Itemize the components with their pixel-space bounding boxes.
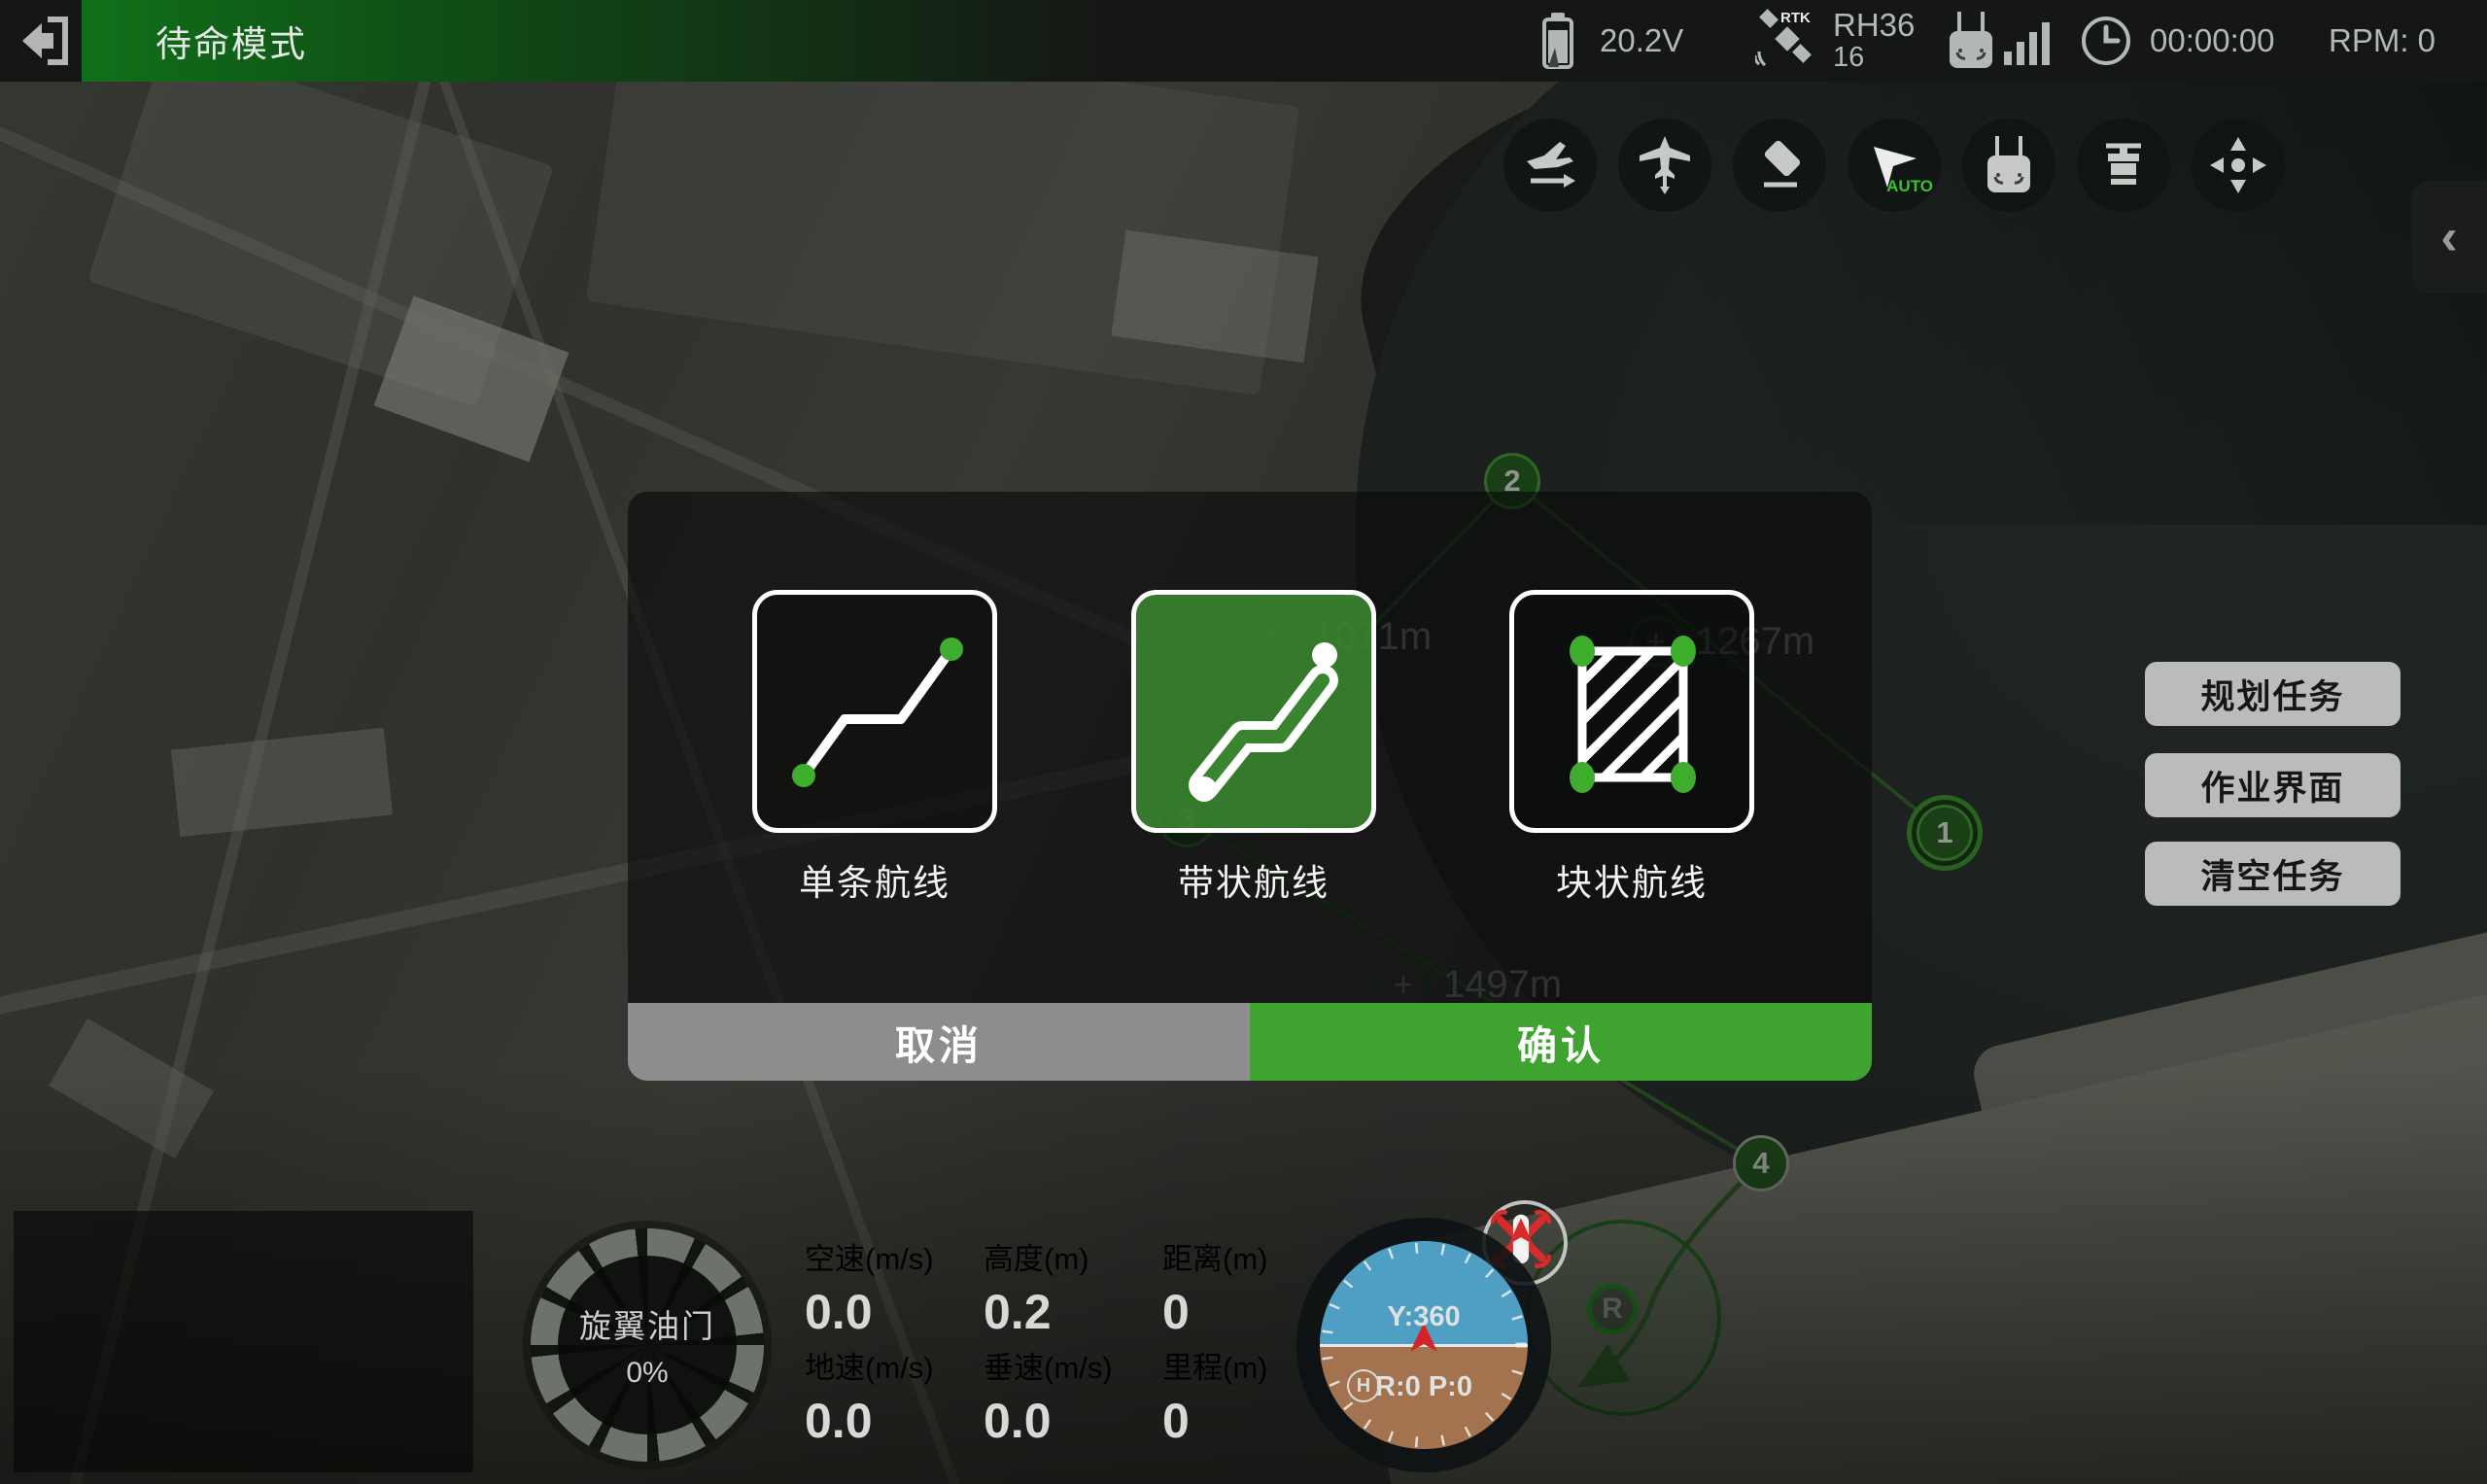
eraser-button[interactable] <box>1733 119 1826 212</box>
rtk-satellite-icon: RTK <box>1755 0 1817 82</box>
distance-value: 0 <box>1162 1284 1267 1340</box>
climbrate-value: 0.0 <box>984 1393 1113 1449</box>
exit-arrow-icon <box>18 16 73 66</box>
throttle-label: 旋翼油门 <box>579 1300 715 1347</box>
option-label-block: 块状航线 <box>1509 853 1754 906</box>
dpad-button[interactable] <box>2192 119 2285 212</box>
attitude-ticks <box>1320 1241 1528 1449</box>
battery-icon <box>1539 0 1576 82</box>
airspeed-label: 空速(m/s) <box>805 1234 934 1278</box>
plane-landing-button[interactable] <box>1618 119 1711 212</box>
flight-mode-title: 待命模式 <box>155 0 307 82</box>
mileage-value: 0 <box>1162 1393 1267 1449</box>
side-panel-toggle[interactable]: ‹ <box>2411 181 2487 293</box>
groundspeed-field: 地速(m/s) 0.0 <box>805 1343 934 1449</box>
clock-icon <box>2080 0 2132 82</box>
roll-pitch-readout: R:0 P:0 <box>1296 1371 1551 1403</box>
remote-controller-icon <box>1982 134 2036 196</box>
spray-pump-icon <box>2094 136 2153 194</box>
chevron-left-icon: ‹ <box>2440 208 2457 266</box>
option-single-route[interactable] <box>752 590 997 833</box>
airspeed-value: 0.0 <box>805 1284 934 1340</box>
top-right-gradient <box>1224 58 2487 525</box>
remote-controller-icon <box>1944 0 1998 82</box>
airspeed-field: 空速(m/s) 0.0 <box>805 1234 934 1340</box>
mileage-label: 里程(m) <box>1162 1343 1267 1387</box>
signal-bars-icon <box>2002 0 2055 82</box>
throttle-value: 0% <box>626 1357 668 1390</box>
rpm-readout: RPM: 0 <box>2329 0 2435 82</box>
plane-exit-button[interactable] <box>1503 119 1597 212</box>
distance-field: 距离(m) 0 <box>1162 1234 1267 1340</box>
option-label-band: 带状航线 <box>1131 853 1376 906</box>
option-block-route[interactable] <box>1509 590 1754 833</box>
route-type-dialog: 单条航线 带状航线 块状航线 取消 确认 <box>628 492 1872 1081</box>
altitude-value: 0.2 <box>984 1284 1088 1340</box>
app-screen: R 1 2 3 4 + 1071m + 1267m + 1497m <box>0 0 2487 1484</box>
rtk-sat-count: 16 <box>1833 43 1864 72</box>
attitude-indicator: Y:360 R:0 P:0 H <box>1296 1218 1551 1472</box>
eraser-icon <box>1750 136 1809 194</box>
flight-timer: 00:00:00 <box>2150 0 2274 82</box>
rtk-station-name: RH36 <box>1833 9 1915 43</box>
home-heading-icon: H <box>1347 1369 1380 1402</box>
groundspeed-label: 地速(m/s) <box>805 1343 934 1387</box>
operation-view-button[interactable]: 作业界面 <box>2145 753 2401 817</box>
yaw-readout: Y:360 <box>1296 1301 1551 1333</box>
svg-text:RTK: RTK <box>1780 10 1811 26</box>
cancel-button[interactable]: 取消 <box>628 1003 1250 1081</box>
confirm-button[interactable]: 确认 <box>1250 1003 1872 1081</box>
altitude-field: 高度(m) 0.2 <box>984 1234 1088 1340</box>
dpad-icon <box>2208 135 2268 195</box>
auto-label: AUTO <box>1886 177 1933 196</box>
camera-feed-box[interactable] <box>14 1211 473 1472</box>
option-label-single: 单条航线 <box>752 853 997 906</box>
plane-exit-icon <box>1521 136 1579 194</box>
plane-landing-icon <box>1636 136 1694 194</box>
clear-mission-button[interactable]: 清空任务 <box>2145 842 2401 906</box>
rtk-status: RH36 16 <box>1833 0 1915 82</box>
auto-mode-button[interactable]: AUTO <box>1848 119 1941 212</box>
band-route-icon <box>1136 595 1371 828</box>
throttle-dial: 旋翼油门 0% <box>523 1221 772 1469</box>
climbrate-field: 垂速(m/s) 0.0 <box>984 1343 1113 1449</box>
single-route-icon <box>757 595 992 828</box>
block-route-icon <box>1514 595 1749 828</box>
groundspeed-value: 0.0 <box>805 1393 934 1449</box>
altitude-label: 高度(m) <box>984 1234 1088 1278</box>
battery-voltage: 20.2V <box>1600 0 1683 82</box>
remote-settings-button[interactable] <box>1962 119 2055 212</box>
status-bar: 待命模式 20.2V RTK RH36 16 <box>0 0 2487 82</box>
mileage-field: 里程(m) 0 <box>1162 1343 1267 1449</box>
spray-pump-button[interactable] <box>2077 119 2170 212</box>
back-button[interactable] <box>14 10 78 72</box>
distance-label: 距离(m) <box>1162 1234 1267 1278</box>
option-band-route[interactable] <box>1131 590 1376 833</box>
plan-mission-button[interactable]: 规划任务 <box>2145 662 2401 726</box>
climbrate-label: 垂速(m/s) <box>984 1343 1113 1387</box>
